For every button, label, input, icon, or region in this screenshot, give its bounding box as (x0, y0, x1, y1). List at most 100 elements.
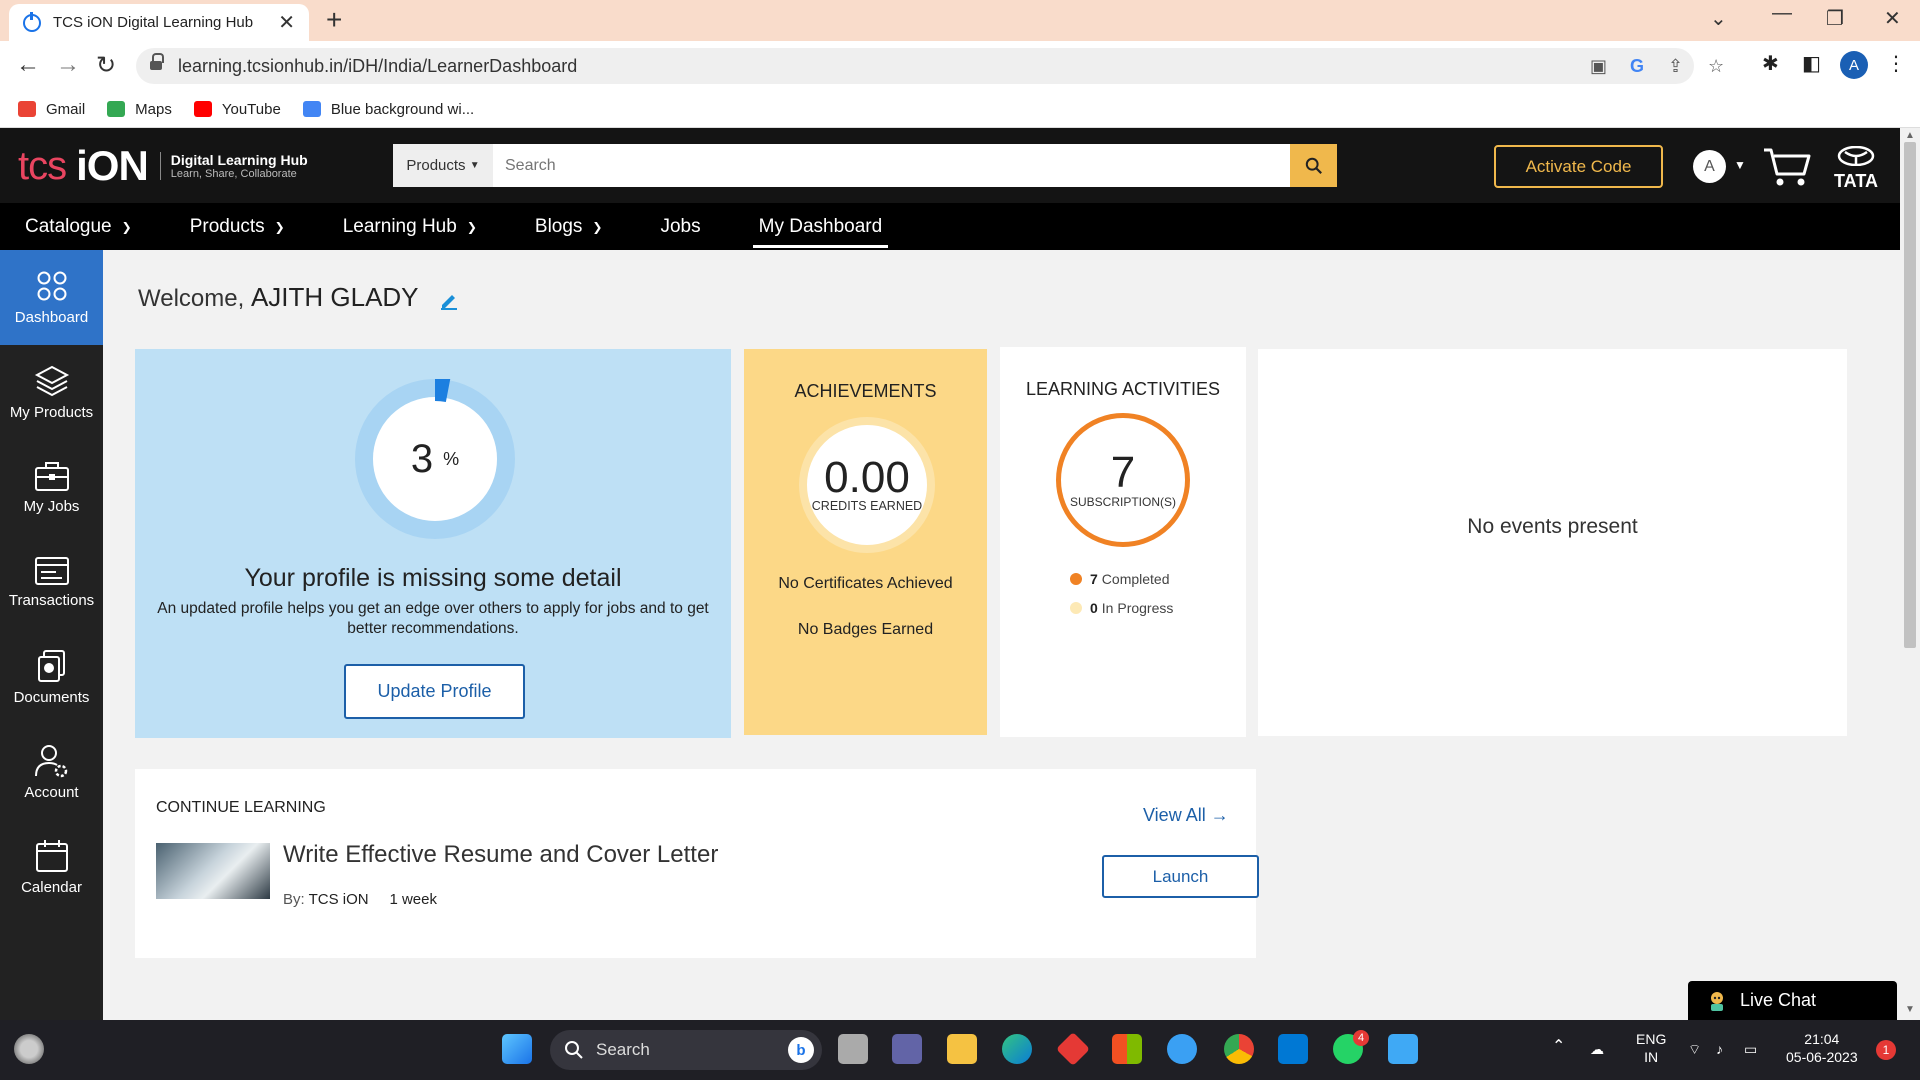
chrome-icon[interactable] (1224, 1034, 1254, 1064)
sidebar-item-documents[interactable]: Documents (0, 630, 103, 725)
profile-completion-card: 3% Your profile is missing some detail A… (135, 349, 731, 738)
microsoft-store-icon[interactable] (1112, 1034, 1142, 1064)
back-icon[interactable]: ← (16, 51, 40, 79)
translate-icon[interactable]: ▣ (1590, 56, 1607, 77)
tcs-ion-logo[interactable]: tcs iON Digital Learning Hub Learn, Shar… (18, 142, 308, 190)
gmail-icon (18, 101, 36, 117)
tata-emblem-icon (1837, 145, 1875, 167)
share-icon[interactable]: ⇪ (1668, 56, 1683, 77)
course-thumbnail[interactable] (156, 843, 270, 899)
chevron-up-icon[interactable]: ⌃ (1552, 1038, 1565, 1056)
profile-missing-description: An updated profile helps you get an edge… (157, 600, 709, 637)
view-all-link[interactable]: View All → (1143, 805, 1229, 826)
user-avatar[interactable]: A (1693, 150, 1726, 183)
google-lens-icon[interactable]: G (1630, 56, 1644, 77)
sidebar-item-my-products[interactable]: My Products (0, 345, 103, 440)
transactions-icon (34, 557, 69, 585)
close-tab-icon[interactable]: ✕ (278, 10, 295, 35)
activate-code-button[interactable]: Activate Code (1494, 145, 1663, 188)
wifi-icon[interactable]: ⌔ (1688, 1040, 1701, 1058)
notepad-icon[interactable] (1388, 1034, 1418, 1064)
search-input[interactable] (493, 144, 1290, 187)
sidebar-item-dashboard[interactable]: Dashboard (0, 250, 103, 345)
reload-icon[interactable]: ↻ (96, 51, 116, 80)
teams-chat-icon[interactable] (892, 1034, 922, 1064)
edge-icon[interactable] (1002, 1034, 1032, 1064)
address-bar[interactable]: learning.tcsionhub.in/iDH/India/LearnerD… (136, 48, 1724, 84)
cart-icon[interactable] (1762, 146, 1812, 188)
scrollbar-thumb[interactable] (1904, 142, 1916, 648)
new-tab-icon[interactable]: + (326, 4, 342, 36)
continue-learning-card: CONTINUE LEARNING View All → Write Effec… (135, 769, 1259, 958)
task-view-icon[interactable] (838, 1034, 868, 1064)
search-category-select[interactable]: Products ▼ (393, 144, 493, 187)
nav-products[interactable]: Products ❯ (190, 203, 285, 250)
file-explorer-icon[interactable] (947, 1034, 977, 1064)
onedrive-icon[interactable]: ☁ (1590, 1040, 1604, 1058)
bookmark-youtube[interactable]: YouTube (193, 101, 281, 118)
search-button[interactable] (1290, 144, 1337, 187)
bing-icon[interactable]: b (788, 1037, 814, 1063)
edit-pencil-icon[interactable] (439, 290, 459, 310)
menu-dots-icon[interactable]: ⋮ (1886, 51, 1906, 76)
site-header: tcs iON Digital Learning Hub Learn, Shar… (0, 128, 1900, 203)
close-window-icon[interactable]: ✕ (1884, 6, 1901, 31)
address-row: ← → ↻ learning.tcsionhub.in/iDH/India/Le… (0, 41, 1920, 91)
update-profile-button[interactable]: Update Profile (344, 664, 525, 719)
sidebar-item-account[interactable]: Account (0, 725, 103, 820)
bookmark-star-icon[interactable]: ☆ (1708, 56, 1724, 77)
tab-search-chevron-icon[interactable]: ⌄ (1710, 6, 1727, 31)
anydesk-icon[interactable] (1056, 1032, 1090, 1066)
sidebar: Dashboard My Products My Jobs Transactio… (0, 250, 103, 1020)
legend-completed: 7 Completed (1070, 571, 1170, 587)
no-events-text: No events present (1467, 515, 1638, 538)
restore-icon[interactable]: ❐ (1826, 6, 1844, 31)
youtube-icon (193, 101, 212, 117)
browser-profile-avatar[interactable]: A (1840, 51, 1868, 79)
sidebar-item-calendar[interactable]: Calendar (0, 820, 103, 915)
nav-learning-hub[interactable]: Learning Hub ❯ (343, 203, 477, 250)
search-icon (1305, 157, 1322, 174)
clock[interactable]: 21:04 05-06-2023 (1786, 1030, 1858, 1066)
dashboard-icon (37, 271, 66, 301)
briefcase-icon (34, 462, 69, 491)
windows-start-icon[interactable] (502, 1034, 532, 1064)
scroll-up-icon[interactable]: ▲ (1905, 130, 1915, 141)
side-panel-icon[interactable]: ◧ (1802, 51, 1821, 76)
sidebar-item-my-jobs[interactable]: My Jobs (0, 440, 103, 535)
battery-icon[interactable]: ▭ (1744, 1040, 1757, 1058)
nav-blogs[interactable]: Blogs ❯ (535, 203, 603, 250)
chevron-down-icon: ❯ (466, 219, 477, 234)
forward-icon[interactable]: → (56, 51, 80, 79)
credits-ring: 0.00 CREDITS EARNED (799, 417, 935, 553)
nav-jobs[interactable]: Jobs (660, 203, 700, 250)
nav-catalogue[interactable]: Catalogue ❯ (25, 203, 132, 250)
taskbar-search[interactable]: Search b (550, 1030, 822, 1070)
launch-button[interactable]: Launch (1102, 855, 1259, 898)
browser-tab-bar: TCS iON Digital Learning Hub ✕ + ⌄ — ❐ ✕ (0, 0, 1920, 41)
scroll-down-icon[interactable]: ▼ (1905, 1004, 1915, 1015)
weather-icon[interactable] (14, 1034, 44, 1064)
course-title[interactable]: Write Effective Resume and Cover Letter (283, 841, 718, 869)
language-indicator[interactable]: ENG IN (1636, 1030, 1666, 1066)
bookmarks-bar: Gmail Maps YouTube Blue background wi... (0, 91, 1920, 128)
caret-down-icon[interactable]: ▼ (1734, 158, 1746, 172)
extensions-icon[interactable]: ✱ (1762, 51, 1779, 76)
page-scrollbar[interactable]: ▲ ▼ (1900, 128, 1920, 1020)
sidebar-item-transactions[interactable]: Transactions (0, 535, 103, 630)
account-icon (34, 745, 67, 778)
legend-in-progress: 0 In Progress (1070, 600, 1173, 616)
vscode-icon[interactable] (1278, 1034, 1308, 1064)
python-icon[interactable] (1167, 1034, 1197, 1064)
notification-badge[interactable]: 1 (1876, 1040, 1896, 1060)
dashboard-main: Welcome, AJITH GLADY 3% Your profile is … (103, 250, 1900, 1020)
minimize-icon[interactable]: — (1772, 2, 1792, 25)
bookmark-maps[interactable]: Maps (107, 101, 172, 118)
bookmark-blue-background[interactable]: Blue background wi... (302, 101, 474, 118)
bookmark-gmail[interactable]: Gmail (18, 101, 85, 118)
chevron-down-icon: ❯ (274, 219, 285, 234)
browser-tab[interactable]: TCS iON Digital Learning Hub ✕ (9, 4, 309, 41)
volume-icon[interactable]: ♪ (1716, 1040, 1723, 1058)
nav-my-dashboard[interactable]: My Dashboard (752, 203, 888, 250)
live-chat-button[interactable]: Live Chat (1688, 981, 1897, 1020)
